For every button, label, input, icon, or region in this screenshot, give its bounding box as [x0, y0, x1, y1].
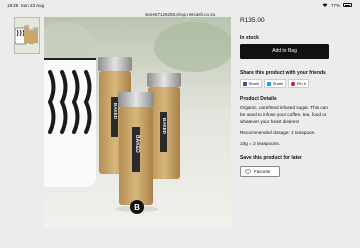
- pinterest-pin-button[interactable]: Pin it: [288, 79, 309, 88]
- favorite-button[interactable]: Favorite: [240, 166, 280, 177]
- facebook-share-button[interactable]: Share: [240, 79, 263, 88]
- product-details-title: Product Details: [240, 96, 277, 102]
- brand-logo-letter: B: [134, 203, 140, 212]
- share-title: Share this product with your friends: [240, 70, 326, 76]
- thumbnail-image: [15, 18, 39, 53]
- facebook-share-label: Share: [248, 81, 260, 86]
- product-image[interactable]: BAKED BAKED BAKED B: [44, 17, 231, 228]
- pinterest-icon: [291, 81, 296, 86]
- save-for-later-title: Save this product for later: [240, 155, 302, 161]
- stock-status: In stock: [240, 35, 259, 41]
- twitter-share-button[interactable]: Share: [264, 79, 287, 88]
- add-to-bag-button[interactable]: Add to Bag: [240, 44, 329, 59]
- details-measure: 10g = 2 teaspoons.: [240, 141, 281, 146]
- product-photo: BAKED BAKED BAKED B: [44, 17, 231, 228]
- twitter-share-label: Share: [272, 81, 284, 86]
- facebook-icon: [243, 81, 247, 86]
- twitter-icon: [267, 81, 272, 86]
- heart-icon: [245, 168, 251, 175]
- favorite-label: Favorite: [254, 169, 271, 174]
- details-description: Organic, unrefined infused sugar. This c…: [240, 105, 328, 124]
- product-price: R135.00: [240, 17, 265, 24]
- jar-label: BAKED: [134, 135, 140, 153]
- product-details: Organic, unrefined infused sugar. This c…: [240, 104, 330, 151]
- address-bar[interactable]: store67126258.shop.netcash.co.za: [0, 0, 360, 17]
- jar-label-right: BAKED: [162, 118, 167, 135]
- product-thumbnail[interactable]: [14, 17, 40, 54]
- share-buttons: Share Share Pin it: [240, 79, 309, 88]
- details-dosage: Recommended dosage: 1 teaspoon.: [240, 130, 316, 135]
- pinterest-pin-label: Pin it: [296, 81, 306, 86]
- jar-label-left: BAKED: [113, 103, 118, 120]
